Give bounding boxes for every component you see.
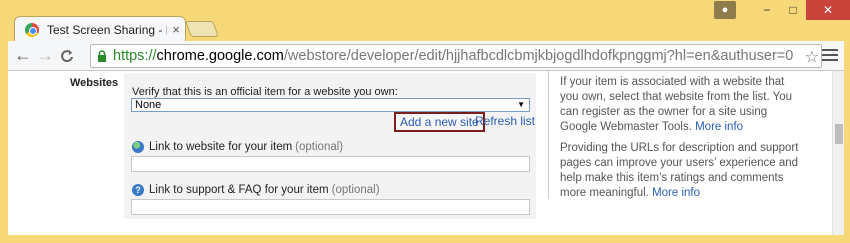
page-scrollbar[interactable] bbox=[832, 71, 844, 235]
reload-button[interactable] bbox=[56, 45, 78, 67]
dropdown-arrow-icon: ▼ bbox=[517, 100, 525, 109]
support-link-text: Link to support & FAQ for your item bbox=[149, 184, 329, 196]
address-bar[interactable]: https://chrome.google.com/webstore/devel… bbox=[90, 44, 822, 68]
websites-section-label: Websites bbox=[70, 77, 119, 89]
more-info-link-1[interactable]: More info bbox=[695, 121, 743, 133]
help-icon: ? bbox=[132, 184, 144, 196]
column-divider bbox=[548, 71, 549, 199]
url-path: /webstore/developer/edit/hjjhafbcdlcbmjk… bbox=[283, 48, 794, 64]
website-link-label: Link to website for your item (optional) bbox=[132, 141, 343, 153]
menu-icon[interactable] bbox=[822, 46, 838, 64]
add-new-site-link[interactable]: Add a new site bbox=[394, 112, 485, 132]
help-text-websites: If your item is associated with a websit… bbox=[560, 75, 800, 135]
url-scheme: https:// bbox=[113, 48, 157, 64]
window-close-button[interactable]: ✕ bbox=[806, 0, 850, 20]
browser-toolbar: ← → https://chrome.google.com/webstore/d… bbox=[8, 41, 844, 71]
website-select-value: None bbox=[135, 99, 162, 111]
back-button[interactable]: ← bbox=[12, 45, 34, 67]
website-url-input[interactable] bbox=[131, 156, 530, 172]
reload-icon bbox=[61, 49, 73, 62]
websites-form: Verify that this is an official item for… bbox=[124, 73, 536, 219]
browser-window: ● − □ ✕ Test Screen Sharing - Edit × ← →… bbox=[0, 0, 850, 243]
refresh-list-link[interactable]: Refresh list bbox=[475, 114, 535, 128]
verify-site-label: Verify that this is an official item for… bbox=[132, 86, 398, 98]
globe-icon bbox=[132, 141, 144, 153]
url-host: chrome.google.com bbox=[156, 48, 284, 64]
tab-close-icon[interactable]: × bbox=[167, 22, 185, 37]
support-url-input[interactable] bbox=[131, 199, 530, 215]
support-link-optional: (optional) bbox=[331, 184, 380, 196]
scrollbar-thumb[interactable] bbox=[835, 124, 843, 144]
minimize-button[interactable]: − bbox=[754, 0, 780, 20]
website-link-optional: (optional) bbox=[295, 141, 344, 153]
bookmark-star-icon[interactable]: ☆ bbox=[804, 47, 819, 67]
lock-icon bbox=[91, 50, 113, 62]
page-content: Websites Verify that this is an official… bbox=[8, 71, 844, 235]
support-link-label: ? Link to support & FAQ for your item (o… bbox=[132, 184, 380, 196]
more-info-link-2[interactable]: More info bbox=[652, 187, 700, 199]
chrome-favicon-icon bbox=[25, 22, 39, 37]
new-tab-button[interactable] bbox=[185, 21, 219, 37]
website-link-text: Link to website for your item bbox=[149, 141, 293, 153]
forward-button[interactable]: → bbox=[34, 45, 56, 67]
help-text-urls: Providing the URLs for description and s… bbox=[560, 141, 800, 201]
browser-tab[interactable]: Test Screen Sharing - Edit × bbox=[14, 16, 186, 42]
tab-title: Test Screen Sharing - Edit bbox=[47, 22, 167, 37]
maximize-button[interactable]: □ bbox=[780, 0, 806, 20]
website-select[interactable]: None ▼ bbox=[131, 98, 530, 112]
help-para-1: If your item is associated with a websit… bbox=[560, 76, 793, 133]
user-icon[interactable]: ● bbox=[714, 1, 736, 19]
window-controls: ● − □ ✕ bbox=[714, 0, 850, 20]
